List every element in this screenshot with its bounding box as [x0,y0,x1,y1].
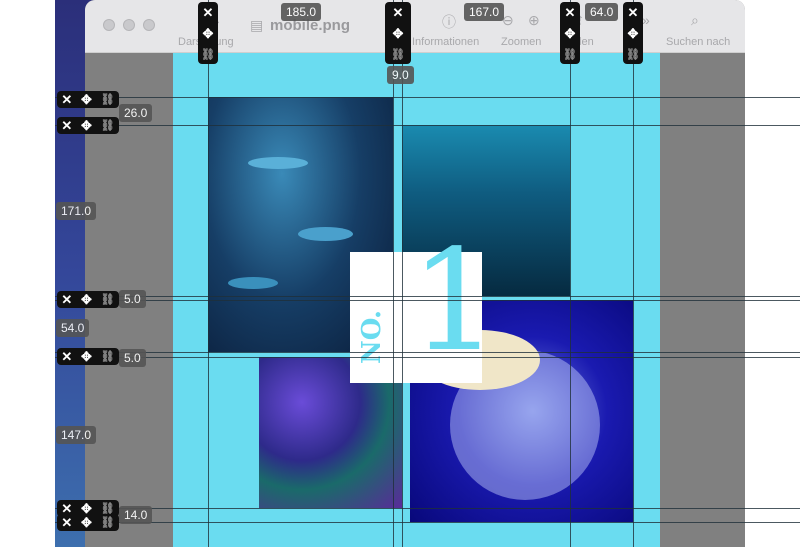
zoom-button[interactable] [143,19,155,31]
guide-handle[interactable]: ✕ ✥ ⛓ [385,2,411,64]
guide-handle[interactable]: ✕ ✥ ⛓ [198,2,218,64]
measurement-label: 147.0 [56,426,97,444]
move-icon[interactable]: ✥ [81,515,92,531]
minimize-button[interactable] [123,19,135,31]
move-icon[interactable]: ✥ [81,118,92,134]
remove-icon[interactable]: ✕ [61,118,72,134]
guide-line[interactable] [570,0,571,547]
guide-handle[interactable]: ✕ ✥ ⛓ [560,2,580,64]
guide-handle[interactable]: ✕ ✥ ⛓ [623,2,643,64]
remove-icon[interactable]: ✕ [61,92,72,108]
search-icon[interactable]: ⌕ [691,12,699,29]
card-prefix: NO. [356,310,387,364]
remove-icon[interactable]: ✕ [203,5,214,21]
link-icon[interactable]: ⛓ [391,48,405,61]
guide-handle[interactable]: ✕ ✥ ⛓ [57,291,119,308]
remove-icon[interactable]: ✕ [61,515,72,531]
guide-line[interactable] [55,522,800,523]
move-icon[interactable]: ✥ [565,26,576,42]
measurement-label: 5.0 [119,349,146,367]
remove-icon[interactable]: ✕ [628,5,639,21]
guide-line[interactable] [55,97,800,98]
move-icon[interactable]: ✥ [81,292,92,308]
link-icon[interactable]: ⛓ [101,350,115,363]
guide-line[interactable] [208,0,209,547]
search-button[interactable]: Suchen nach [666,36,730,48]
info-button[interactable]: Informationen [412,36,479,48]
guide-line[interactable] [55,357,800,358]
measurement-label: 26.0 [119,104,153,122]
zoom-label[interactable]: Zoomen [501,36,541,48]
measurement-label: 14.0 [119,506,153,524]
measurement-label: 5.0 [119,290,146,308]
measurement-label: 185.0 [281,3,322,21]
link-icon[interactable]: ⛓ [101,293,115,306]
measurement-label: 9.0 [387,66,414,84]
move-icon[interactable]: ✥ [81,92,92,108]
titlebar: ▭⌄ Darstellung ▤ mobile.png ⓘ Informatio… [85,0,745,53]
close-button[interactable] [103,19,115,31]
guide-handle[interactable]: ✕ ✥ ⛓ [57,348,119,365]
guide-line[interactable] [633,0,634,547]
guide-handle[interactable]: ✕ ✥ ⛓ [57,117,119,134]
link-icon[interactable]: ⛓ [201,48,215,61]
zoom-in-icon[interactable]: ⊕ [528,12,540,29]
remove-icon[interactable]: ✕ [61,349,72,365]
guide-handle[interactable]: ✕ ✥ ⛓ [57,91,119,108]
guide-line[interactable] [55,352,800,353]
remove-icon[interactable]: ✕ [61,292,72,308]
guide-line[interactable] [55,508,800,509]
link-icon[interactable]: ⛓ [626,48,640,61]
guide-line[interactable] [55,300,800,301]
measurement-label: 64.0 [585,3,619,21]
measurement-label: 54.0 [56,319,90,337]
guide-handle[interactable]: ✕ ✥ ⛓ [57,514,119,531]
measurement-label: 171.0 [56,202,97,220]
remove-icon[interactable]: ✕ [565,5,576,21]
remove-icon[interactable]: ✕ [393,5,404,21]
card-number: 1 [410,220,500,383]
move-icon[interactable]: ✥ [628,26,639,42]
link-icon[interactable]: ⛓ [101,516,115,529]
link-icon[interactable]: ⛓ [101,119,115,132]
move-icon[interactable]: ✥ [81,349,92,365]
link-icon[interactable]: ⛓ [563,48,577,61]
info-icon[interactable]: ⓘ [442,12,456,32]
move-icon[interactable]: ✥ [393,26,404,42]
link-icon[interactable]: ⛓ [101,93,115,106]
move-icon[interactable]: ✥ [203,26,214,42]
guide-line[interactable] [55,296,800,297]
measurement-label: 167.0 [464,3,505,21]
file-icon: ▤ [250,17,264,33]
guide-line[interactable] [55,125,800,126]
more-icon[interactable]: » [642,12,650,28]
